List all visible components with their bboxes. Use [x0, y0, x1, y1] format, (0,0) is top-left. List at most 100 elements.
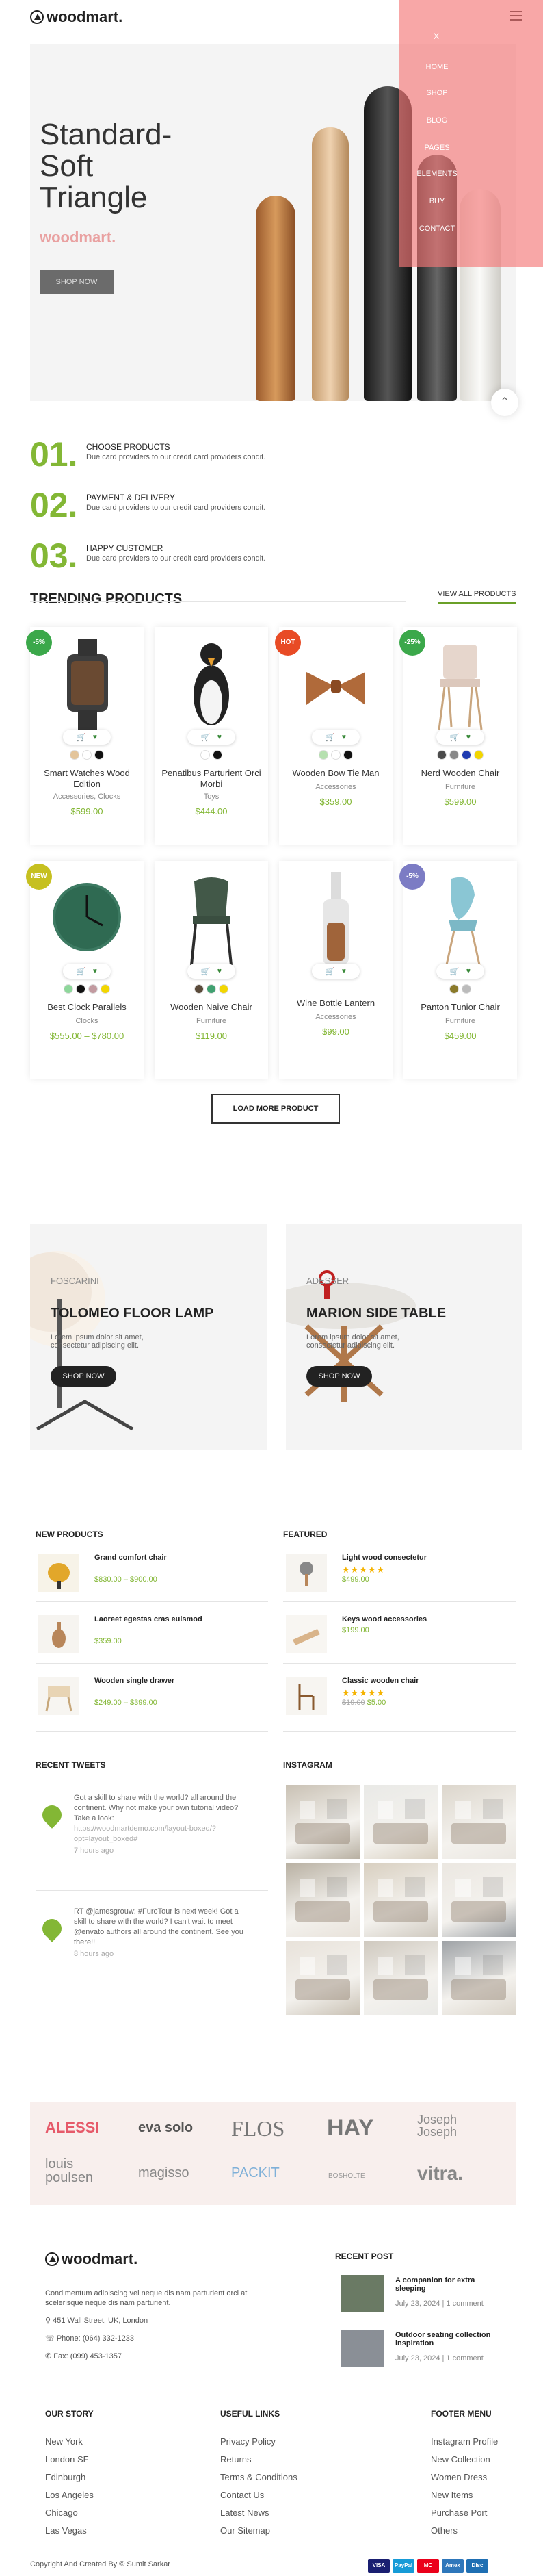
product-image[interactable]: 🛒 ♥ [155, 861, 268, 979]
instagram-photo[interactable] [286, 1785, 360, 1859]
footer-link[interactable]: Women Dress [431, 2472, 487, 2482]
color-swatch[interactable] [82, 750, 92, 760]
footer-link[interactable]: London SF [45, 2454, 89, 2464]
brand-logo[interactable]: Joseph Joseph [417, 2113, 486, 2138]
footer-link[interactable]: New Items [431, 2490, 473, 2500]
add-to-cart-icon[interactable]: 🛒 [326, 733, 335, 742]
add-to-cart-icon[interactable]: 🛒 [77, 967, 86, 976]
product-card[interactable]: 🛒 ♥ Penatibus Parturient Orci Morbi Toys… [155, 627, 268, 845]
footer-link[interactable]: Latest News [220, 2508, 269, 2518]
wishlist-heart-icon[interactable]: ♥ [342, 733, 347, 741]
footer-link[interactable]: New York [45, 2436, 83, 2447]
product-name[interactable]: Light wood consectetur [342, 1554, 427, 1562]
footer-link[interactable]: Terms & Conditions [220, 2472, 297, 2482]
product-card[interactable]: -5% 🛒 ♥ Panton Tunior Chair Furniture $4… [399, 861, 517, 1079]
product-image[interactable]: HOT 🛒 ♥ [275, 627, 393, 745]
footer-link[interactable]: Los Angeles [45, 2490, 94, 2500]
instagram-photo[interactable] [364, 1785, 438, 1859]
brand-logo[interactable]: ALESSI [45, 2119, 99, 2137]
product-card[interactable]: HOT 🛒 ♥ Wooden Bow Tie Man Accessories $… [275, 627, 393, 845]
wishlist-heart-icon[interactable]: ♥ [93, 967, 98, 975]
instagram-photo[interactable] [442, 1863, 516, 1937]
footer-link[interactable]: Edinburgh [45, 2472, 85, 2482]
product-image[interactable]: 🛒 ♥ [155, 627, 268, 745]
tweet-link[interactable]: https://woodmartdemo.com/layout-boxed/?o… [74, 1824, 245, 1844]
product-name[interactable]: Wooden Bow Tie Man [279, 768, 393, 779]
footer-link[interactable]: Las Vegas [45, 2525, 87, 2536]
footer-link[interactable]: Contact Us [220, 2490, 264, 2500]
product-category[interactable]: Furniture [403, 1017, 517, 1025]
color-swatch[interactable] [449, 984, 459, 994]
color-swatch[interactable] [94, 750, 104, 760]
product-name[interactable]: Laoreet egestas cras euismod [94, 1615, 202, 1623]
color-swatch[interactable] [331, 750, 341, 760]
product-name[interactable]: Best Clock Parallels [30, 1002, 144, 1013]
list-item[interactable]: Wooden single drawer $249.00 – $399.00 [38, 1674, 264, 1715]
menu-item-home[interactable]: HOME [399, 63, 475, 71]
color-swatch[interactable] [76, 984, 85, 994]
brand-logo[interactable]: FLOS [231, 2116, 284, 2141]
product-category[interactable]: Accessories, Clocks [30, 793, 144, 801]
add-to-cart-icon[interactable]: 🛒 [450, 967, 460, 976]
product-name[interactable]: Wooden single drawer [94, 1677, 174, 1685]
product-name[interactable]: Keys wood accessories [342, 1615, 427, 1623]
product-card[interactable]: -25% 🛒 ♥ Nerd Wooden Chair Furniture $59… [399, 627, 517, 845]
brand-logo[interactable]: BOSHOLTE [328, 2172, 365, 2180]
product-name[interactable]: Nerd Wooden Chair [403, 768, 517, 779]
wishlist-heart-icon[interactable]: ♥ [466, 967, 471, 975]
product-name[interactable]: Smart Watches Wood Edition [30, 768, 144, 790]
instagram-photo[interactable] [364, 1941, 438, 2015]
promo-banner-table[interactable]: ADESSER MARION SIDE TABLE Lorem ipsum do… [286, 1224, 522, 1450]
product-name[interactable]: Classic wooden chair [342, 1677, 419, 1685]
product-image[interactable]: NEW 🛒 ♥ [26, 861, 144, 979]
add-to-cart-icon[interactable]: 🛒 [201, 967, 211, 976]
wishlist-heart-icon[interactable]: ♥ [217, 967, 222, 975]
color-swatch[interactable] [64, 984, 73, 994]
footer-link[interactable]: Purchase Port [431, 2508, 487, 2518]
product-name[interactable]: Wooden Naive Chair [155, 1002, 268, 1013]
product-card[interactable]: 🛒 ♥ Wine Bottle Lantern Accessories $99.… [279, 861, 393, 1079]
product-card[interactable]: 🛒 ♥ Wooden Naive Chair Furniture $119.00 [155, 861, 268, 1079]
instagram-photo[interactable] [442, 1941, 516, 2015]
color-swatch[interactable] [70, 750, 79, 760]
wishlist-heart-icon[interactable]: ♥ [217, 733, 222, 741]
wishlist-heart-icon[interactable]: ♥ [93, 733, 98, 741]
color-swatch[interactable] [462, 750, 471, 760]
product-image[interactable]: -5% 🛒 ♥ [399, 861, 517, 979]
menu-item-buy[interactable]: BUY [399, 197, 475, 205]
product-category[interactable]: Toys [155, 793, 268, 801]
footer-link[interactable]: Our Sitemap [220, 2525, 270, 2536]
footer-link[interactable]: Others [431, 2525, 458, 2536]
add-to-cart-icon[interactable]: 🛒 [450, 733, 460, 742]
footer-link[interactable]: New Collection [431, 2454, 490, 2464]
footer-logo[interactable]: woodmart. [45, 2250, 137, 2268]
brand-logo[interactable]: eva solo [138, 2120, 193, 2136]
view-all-products-link[interactable]: VIEW ALL PRODUCTS [438, 590, 516, 604]
product-category[interactable]: Furniture [403, 783, 517, 791]
post-thumb[interactable] [341, 2275, 384, 2312]
color-swatch[interactable] [474, 750, 484, 760]
product-name[interactable]: Wine Bottle Lantern [279, 998, 393, 1009]
menu-item-shop[interactable]: SHOP [399, 89, 475, 97]
instagram-photo[interactable] [364, 1863, 438, 1937]
product-name[interactable]: Penatibus Parturient Orci Morbi [155, 768, 268, 790]
footer-link[interactable]: Privacy Policy [220, 2436, 276, 2447]
list-item[interactable]: Classic wooden chair ★★★★★ $19.00 $5.00 [286, 1674, 512, 1715]
color-swatch[interactable] [213, 750, 222, 760]
instagram-photo[interactable] [286, 1941, 360, 2015]
brand-logo[interactable]: magisso [138, 2165, 189, 2181]
footer-link[interactable]: Returns [220, 2454, 252, 2464]
color-swatch[interactable] [200, 750, 210, 760]
add-to-cart-icon[interactable]: 🛒 [326, 967, 335, 976]
add-to-cart-icon[interactable]: 🛒 [77, 733, 86, 742]
banner-shop-now-button[interactable]: SHOP NOW [306, 1366, 372, 1387]
site-logo[interactable]: woodmart. [30, 8, 122, 26]
list-item[interactable]: Grand comfort chair $830.00 – $900.00 [38, 1551, 264, 1592]
product-category[interactable]: Clocks [30, 1017, 144, 1025]
add-to-cart-icon[interactable]: 🛒 [201, 733, 211, 742]
instagram-photo[interactable] [286, 1863, 360, 1937]
menu-item-contact[interactable]: CONTACT [399, 224, 475, 233]
product-card[interactable]: -5% 🛒 ♥ Smart Watches Wood Edition Acces… [26, 627, 144, 845]
color-swatch[interactable] [319, 750, 328, 760]
product-image[interactable]: -25% 🛒 ♥ [399, 627, 517, 745]
